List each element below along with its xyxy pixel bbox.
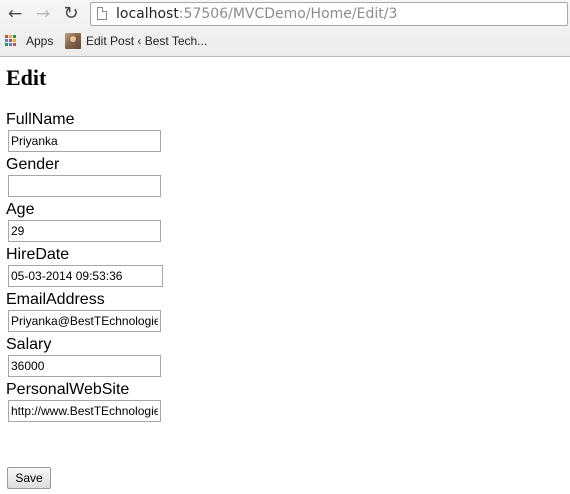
save-button[interactable]: Save xyxy=(7,467,51,489)
field-hiredate: HireDate xyxy=(6,246,163,287)
salary-label: Salary xyxy=(6,336,52,353)
field-age: Age xyxy=(6,201,161,242)
page-icon xyxy=(97,7,107,20)
apps-grid-icon xyxy=(5,35,17,47)
browser-chrome: ← → ↻ localhost:57506/MVCDemo/Home/Edit/… xyxy=(0,0,570,57)
personalwebsite-label: PersonalWebSite xyxy=(6,381,130,398)
gender-label: Gender xyxy=(6,156,60,173)
bookmark-apps-label: Apps xyxy=(26,34,54,48)
page-content: Edit FullName Gender Age HireDate EmailA… xyxy=(0,57,570,494)
url-host: localhost xyxy=(116,6,179,22)
back-arrow-icon[interactable]: ← xyxy=(4,4,26,24)
bookmarks-bar: Apps Edit Post ‹ Best Tech... xyxy=(0,30,570,52)
reload-icon[interactable]: ↻ xyxy=(60,4,82,24)
avatar-favicon xyxy=(65,33,81,49)
page-title: Edit xyxy=(6,65,47,90)
field-personalwebsite: PersonalWebSite xyxy=(6,381,161,422)
gender-input[interactable] xyxy=(8,175,161,197)
hiredate-label: HireDate xyxy=(6,246,70,263)
salary-input[interactable] xyxy=(8,355,161,377)
age-label: Age xyxy=(6,201,35,218)
url-text[interactable]: localhost:57506/MVCDemo/Home/Edit/3 xyxy=(116,4,397,24)
field-gender: Gender xyxy=(6,156,161,197)
personalwebsite-input[interactable] xyxy=(8,400,161,422)
emailaddress-input[interactable] xyxy=(8,310,161,332)
age-input[interactable] xyxy=(8,220,161,242)
url-path: :57506/MVCDemo/Home/Edit/3 xyxy=(178,6,398,22)
forward-arrow-icon[interactable]: → xyxy=(32,4,54,24)
bookmark-edit-post-label: Edit Post ‹ Best Tech... xyxy=(86,34,208,48)
fullname-input[interactable] xyxy=(8,130,161,152)
field-emailaddress: EmailAddress xyxy=(6,291,161,332)
field-salary: Salary xyxy=(6,336,161,377)
emailaddress-label: EmailAddress xyxy=(6,291,105,308)
fullname-label: FullName xyxy=(6,111,75,128)
hiredate-input[interactable] xyxy=(8,265,163,287)
field-fullname: FullName xyxy=(6,111,161,152)
address-bar[interactable]: localhost:57506/MVCDemo/Home/Edit/3 xyxy=(90,2,568,26)
